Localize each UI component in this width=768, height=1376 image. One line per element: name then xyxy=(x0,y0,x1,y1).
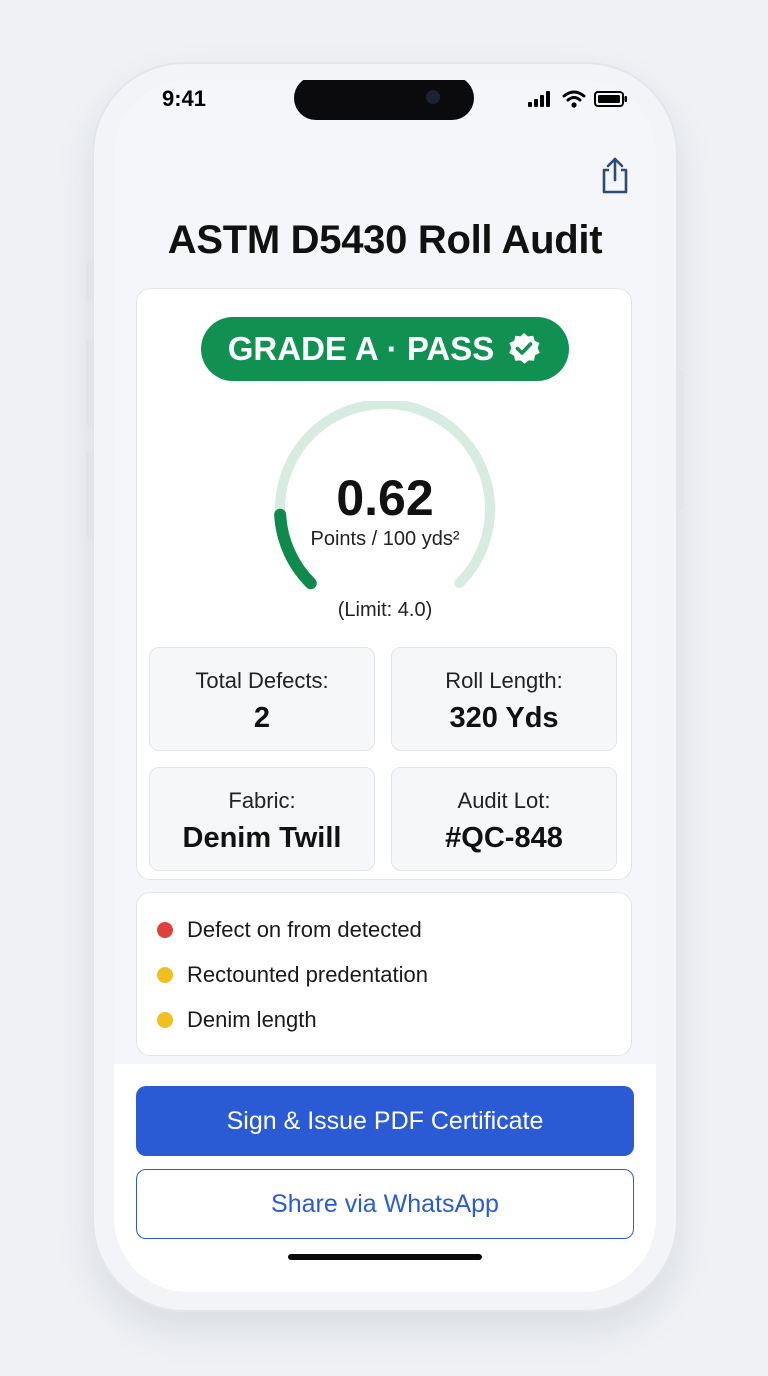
status-dot xyxy=(157,1012,173,1028)
power-button xyxy=(678,370,684,510)
note-text: Rectounted predentation xyxy=(187,962,428,987)
stat-value: Denim Twill xyxy=(182,822,342,854)
list-item: Defect on from detected xyxy=(157,917,422,943)
home-indicator xyxy=(288,1254,482,1260)
dynamic-island xyxy=(294,80,474,120)
share-icon[interactable] xyxy=(598,156,632,196)
status-dot xyxy=(157,967,173,983)
stat-value: 2 xyxy=(253,702,271,734)
signal-icon xyxy=(528,91,550,107)
list-item: Rectounted predentation xyxy=(157,962,428,988)
stat-audit-lot: Audit Lot: #QC-848 xyxy=(391,767,617,871)
stat-label: Fabric: xyxy=(228,788,296,813)
status-dot xyxy=(157,922,173,938)
note-text: Denim length xyxy=(187,1007,317,1032)
score-limit: (Limit: 4.0) xyxy=(337,599,433,621)
stat-roll-length: Roll Length: 320 Yds xyxy=(391,647,617,751)
stat-value: #QC-848 xyxy=(445,822,563,854)
verified-check-icon xyxy=(509,333,541,364)
stat-label: Roll Length: xyxy=(445,668,563,693)
sign-issue-pdf-button[interactable]: Sign & Issue PDF Certificate xyxy=(136,1086,634,1156)
share-whatsapp-button[interactable]: Share via WhatsApp xyxy=(136,1169,634,1239)
status-time: 9:41 xyxy=(162,86,207,111)
app-screen: 9:41 ASTM D5430 Roll Audit GRADE A · PAS… xyxy=(114,80,656,1292)
camera-icon xyxy=(426,90,440,104)
page-title: ASTM D5430 Roll Audit xyxy=(167,218,603,262)
stat-fabric: Fabric: Denim Twill xyxy=(149,767,375,871)
volume-down-button xyxy=(86,452,92,538)
stat-total-defects: Total Defects: 2 xyxy=(149,647,375,751)
note-text: Defect on from detected xyxy=(187,917,422,942)
stat-value: 320 Yds xyxy=(449,702,559,734)
grade-label: GRADE A · PASS xyxy=(227,330,495,367)
score-unit: Points / 100 yds² xyxy=(310,528,460,550)
audit-summary-card: GRADE A · PASS 0.62 Points / 100 yds² (L… xyxy=(136,288,632,880)
stat-label: Audit Lot: xyxy=(457,788,551,813)
stat-label: Total Defects: xyxy=(195,668,329,693)
grade-badge: GRADE A · PASS xyxy=(201,317,569,381)
list-item: Denim length xyxy=(157,1007,317,1033)
battery-icon xyxy=(594,91,627,107)
wifi-icon xyxy=(562,90,586,108)
score-value: 0.62 xyxy=(336,470,434,526)
action-bar: Sign & Issue PDF Certificate Share via W… xyxy=(114,1064,656,1292)
volume-up-button xyxy=(86,340,92,426)
status-icons xyxy=(528,90,628,108)
defect-notes-card: Defect on from detected Rectounted prede… xyxy=(136,892,632,1056)
mute-switch xyxy=(86,262,92,302)
